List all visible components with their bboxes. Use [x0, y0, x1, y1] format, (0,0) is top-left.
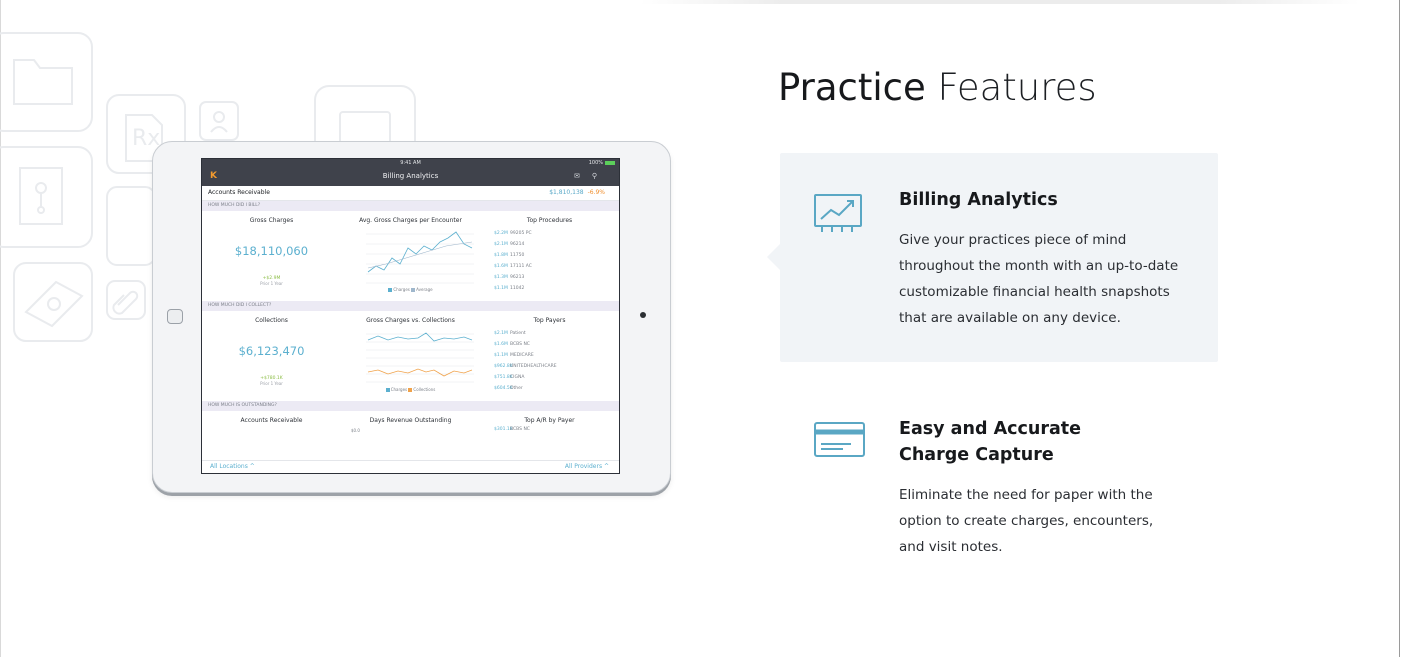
feature-description-charge-capture: Eliminate the need for paper with the op… — [899, 487, 1154, 555]
top-procedures-card[interactable]: Top Procedures $2.2M 99205 PC $2.1M 96214 … — [480, 211, 619, 301]
top-ar-label: Top A/R by Payer — [524, 417, 575, 424]
legend-charges: Charges — [393, 287, 410, 292]
avg-charges-label: Avg. Gross Charges per Encounter — [359, 217, 462, 224]
collections-card[interactable]: Collections $6,123,470 +$780.1K Prior 1 … — [202, 311, 341, 401]
gross-charges-period: Prior 1 Year — [260, 281, 283, 286]
feature-title-line2: Charge Capture — [899, 445, 1054, 465]
list-item: $751.8KCIGNA — [494, 375, 525, 380]
charges-vs-collections-label: Gross Charges vs. Collections — [366, 317, 455, 324]
gross-charges-value: $18,110,060 — [234, 244, 309, 258]
list-item: $1.3M 96213 — [494, 275, 525, 280]
dro-card[interactable]: Days Revenue Outstanding $0.0 — [341, 411, 480, 451]
all-providers-filter[interactable]: All Providers ^ — [565, 461, 609, 473]
tablet-footer: All Locations ^ All Providers ^ — [202, 460, 619, 473]
legend-average: Average — [416, 287, 433, 292]
tablet-camera — [640, 312, 646, 318]
feature-title-billing-analytics: Billing Analytics — [899, 190, 1058, 210]
line-chart-icon — [814, 194, 862, 232]
charges-vs-collections-card[interactable]: Gross Charges vs. Collections Charges Co… — [341, 311, 480, 401]
section-header-outstanding: HOW MUCH IS OUTSTANDING? — [202, 401, 619, 411]
collections-panel: Collections $6,123,470 +$780.1K Prior 1 … — [202, 311, 619, 401]
collections-label: Collections — [255, 317, 288, 324]
person-icon — [213, 111, 225, 123]
battery-indicator: 100% — [589, 159, 615, 167]
section-header-billing: HOW MUCH DID I BILL? — [202, 201, 619, 211]
ar-card[interactable]: Accounts Receivable — [202, 411, 341, 451]
feature-description-billing-analytics: Give your practices piece of mind throug… — [899, 232, 1179, 326]
money-icon — [24, 280, 84, 328]
list-item: $1.1M MEDICARE — [494, 353, 534, 358]
top-ar-card[interactable]: Top A/R by Payer $301.1KBCBS NC — [480, 411, 619, 451]
legend-collections: Collections — [413, 387, 436, 392]
avg-charges-line-chart — [365, 231, 474, 284]
folder-icon — [13, 59, 73, 105]
outstanding-panel: Accounts Receivable Days Revenue Outstan… — [202, 411, 619, 451]
all-locations-filter[interactable]: All Locations ^ — [210, 461, 255, 473]
section-header-collections: HOW MUCH DID I COLLECT? — [202, 301, 619, 311]
credit-card-icon — [814, 422, 865, 457]
list-item: $1.6M BCBS NC — [494, 342, 530, 347]
battery-icon — [605, 160, 615, 165]
tablet-screen: 9:41 AM 100% K Billing Analytics ✉⚲ Acco… — [201, 158, 620, 474]
ar-label: Accounts Receivable — [208, 189, 270, 196]
tablet-home-button — [167, 309, 183, 324]
ar-amount: $1,810,138 — [549, 189, 584, 196]
top-payers-label: Top Payers — [533, 317, 566, 324]
list-item: $2.1M 96214 — [494, 242, 525, 247]
feature-title-charge-capture: Easy and Accurate Charge Capture — [899, 416, 1081, 468]
accounts-receivable-row[interactable]: Accounts Receivable $1,810,138 -6.9% — [202, 186, 619, 201]
status-time: 9:41 AM — [400, 160, 421, 166]
page-title-strong: Practice — [778, 66, 926, 109]
app-nav-bar: K Billing Analytics ✉⚲ — [202, 167, 619, 186]
page-title-light: Features — [925, 66, 1097, 109]
collections-period: Prior 1 Year — [260, 381, 283, 386]
list-item: $1.1M 11042 — [494, 286, 525, 291]
top-shade — [640, 0, 1360, 4]
gross-charges-label: Gross Charges — [249, 217, 294, 224]
list-item: $301.1KBCBS NC — [494, 427, 530, 432]
list-item: $2.1M Patient — [494, 331, 526, 336]
list-item: $962.8KUNITEDHEALTHCARE — [494, 364, 557, 369]
card-pointer — [767, 244, 780, 270]
billing-panel: Gross Charges $18,110,060 +$2.9M Prior 1… — [202, 211, 619, 301]
gross-charges-card[interactable]: Gross Charges $18,110,060 +$2.9M Prior 1… — [202, 211, 341, 301]
top-payers-card[interactable]: Top Payers $2.1M Patient $1.6M BCBS NC $1.… — [480, 311, 619, 401]
nav-title: Billing Analytics — [382, 172, 439, 180]
ar-change: -6.9% — [587, 189, 605, 196]
dro-tick: $0.0 — [351, 428, 360, 433]
avg-charges-card[interactable]: Avg. Gross Charges per Encounter Charges… — [341, 211, 480, 301]
list-item: $2.2M 99205 PC — [494, 231, 532, 236]
page-title: Practice Features — [778, 66, 1097, 109]
search-icon[interactable]: ⚲ — [592, 172, 609, 180]
battery-text: 100% — [588, 160, 603, 166]
dro-label: Days Revenue Outstanding — [369, 417, 452, 424]
collections-value: $6,123,470 — [238, 344, 305, 358]
mail-icon[interactable]: ✉ — [574, 172, 592, 180]
list-item: $1.8M 11750 — [494, 253, 525, 258]
charges-vs-collections-chart — [365, 332, 474, 383]
legend-charges: Charges — [390, 387, 408, 392]
feature-title-line1: Easy and Accurate — [899, 419, 1081, 439]
ar-card-label: Accounts Receivable — [240, 417, 303, 424]
page-frame-right — [1399, 0, 1400, 657]
list-item: $1.6M 17111 AC — [494, 264, 532, 269]
top-procedures-label: Top Procedures — [526, 217, 573, 224]
list-item: $604.5KOther — [494, 386, 523, 391]
paperclip-icon — [112, 290, 139, 315]
app-logo-icon[interactable]: K — [210, 171, 217, 182]
status-bar: 9:41 AM 100% — [202, 159, 619, 167]
